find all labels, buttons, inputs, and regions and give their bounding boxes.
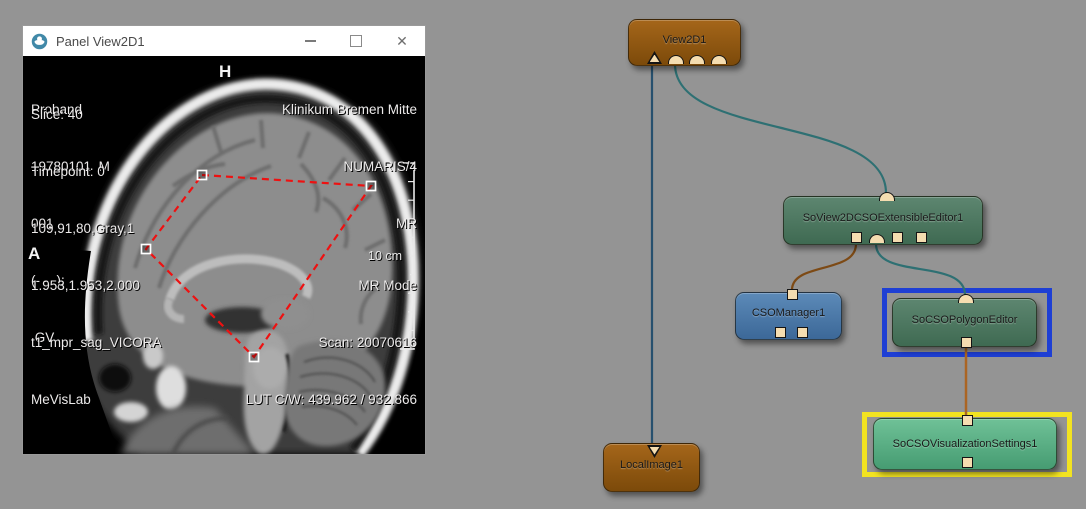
slice-info: Slice: 40: [31, 105, 162, 124]
close-button[interactable]: ✕: [379, 26, 425, 56]
overlay-bottom-right: MR Mode Scan: 20070616 LUT C/W: 439.962 …: [246, 238, 417, 447]
input-connector[interactable]: [647, 51, 662, 64]
output-connector[interactable]: [958, 294, 974, 303]
connection-view2d1-exteditor[interactable]: [675, 64, 886, 193]
voxel-size: 1.953,1.953,2.000: [31, 276, 162, 295]
output-connector[interactable]: [879, 192, 895, 201]
node-label: SoCSOVisualizationSettings1: [893, 438, 1038, 450]
voxel-position: 109,91,80,Gray,1: [31, 219, 162, 238]
output-connector[interactable]: [787, 289, 798, 300]
connection-exteditor-csomanager[interactable]: [792, 244, 856, 290]
maximize-icon: [350, 35, 362, 47]
orientation-marker-a: A: [28, 244, 40, 264]
close-icon: ✕: [396, 34, 408, 48]
modality: MR: [282, 214, 417, 233]
node-socsovisualizationsettings1[interactable]: SoCSOVisualizationSettings1: [873, 418, 1057, 470]
scan-date: Scan: 20070616: [246, 333, 417, 352]
lut-info: LUT C/W: 439.962 / 932.866: [246, 390, 417, 409]
ruler-label: 10 cm: [368, 249, 402, 263]
app-label: MeVisLab: [31, 390, 162, 409]
minimize-button[interactable]: [287, 26, 333, 56]
node-label: LocalImage1: [620, 459, 683, 477]
node-socsopolygoneditor[interactable]: SoCSOPolygonEditor: [892, 298, 1037, 347]
title-bar[interactable]: Panel View2D1 ✕: [23, 26, 425, 56]
input-connector[interactable]: [892, 232, 903, 243]
input-connector[interactable]: [869, 234, 885, 243]
overlay-bottom-left: Slice: 40 Timepoint: 0 109,91,80,Gray,1 …: [31, 67, 162, 447]
input-connector[interactable]: [961, 337, 972, 348]
window-title: Panel View2D1: [56, 34, 145, 49]
mri-viewer[interactable]: Proband 19780101 M 001 (- - -): GV Klini…: [23, 56, 425, 454]
node-label: SoCSOPolygonEditor: [912, 314, 1018, 332]
timepoint-info: Timepoint: 0: [31, 162, 162, 181]
input-connector[interactable]: [775, 327, 786, 338]
output-connector[interactable]: [647, 445, 662, 458]
contour-handle[interactable]: [198, 171, 207, 180]
input-connector[interactable]: [962, 457, 973, 468]
output-connector[interactable]: [962, 415, 973, 426]
input-connector[interactable]: [797, 327, 808, 338]
node-csomanager1[interactable]: CSOManager1: [735, 292, 842, 340]
panel-window: Panel View2D1 ✕: [22, 25, 426, 455]
node-label: SoView2DCSOExtensibleEditor1: [803, 212, 964, 230]
input-connector[interactable]: [916, 232, 927, 243]
node-view2d1[interactable]: View2D1: [628, 19, 741, 66]
input-connector[interactable]: [668, 55, 684, 64]
sequence-name: t1_mpr_sag_VICORA: [31, 333, 162, 352]
node-soview2dcsoextensibleeditor1[interactable]: SoView2DCSOExtensibleEditor1: [783, 196, 983, 245]
node-label: View2D1: [663, 34, 707, 52]
node-label: CSOManager1: [752, 307, 825, 325]
orientation-marker-h: H: [219, 62, 231, 82]
software-version: NUMARIS/4: [282, 157, 417, 176]
maximize-button[interactable]: [333, 26, 379, 56]
input-connector[interactable]: [689, 55, 705, 64]
input-connector[interactable]: [851, 232, 862, 243]
minimize-icon: [305, 40, 316, 42]
mode-info: MR Mode: [246, 276, 417, 295]
input-connector[interactable]: [711, 55, 727, 64]
node-localimage1[interactable]: LocalImage1: [603, 443, 700, 492]
mevislab-logo-icon: [31, 33, 48, 50]
institution: Klinikum Bremen Mitte: [282, 100, 417, 119]
